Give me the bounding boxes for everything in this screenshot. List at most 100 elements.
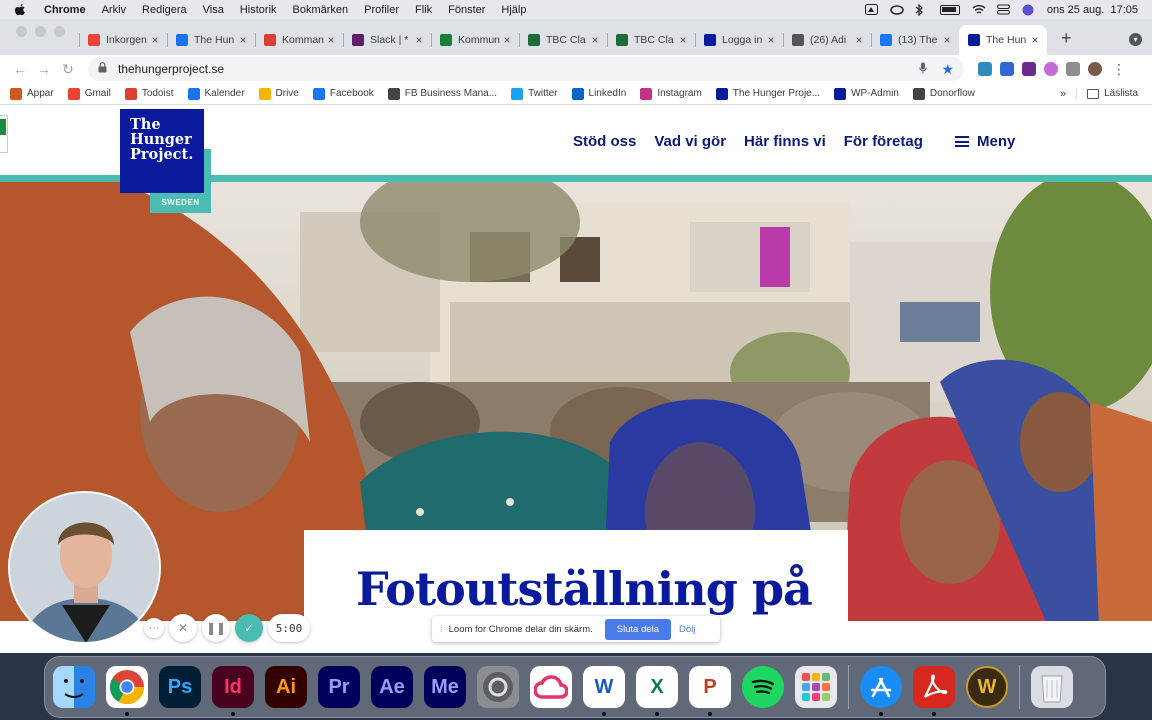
minimize-window-button[interactable] [35,25,46,37]
bookmark-item[interactable]: Donorflow [912,87,975,100]
dock-premiere-icon[interactable]: Pr [318,666,360,708]
bookmark-item[interactable]: Facebook [312,87,374,100]
bookmark-item[interactable]: Kalender [187,87,245,100]
loom-cancel-button[interactable]: ✕ [169,614,197,642]
menu-redigera[interactable]: Redigera [142,4,187,16]
bookmark-item[interactable]: Todoist [124,87,174,100]
dock-indesign-icon[interactable]: Id [212,666,254,716]
reload-button[interactable]: ↻ [56,61,80,78]
bookmark-item[interactable]: Twitter [511,87,558,100]
browser-tab[interactable]: Slack | * × [343,25,431,55]
bookmarks-overflow-button[interactable]: » [1060,88,1066,100]
chrome-menu-icon[interactable]: ⋮ [1112,61,1126,78]
close-tab-icon[interactable]: × [1029,33,1041,47]
menu-button[interactable]: Meny [955,133,1015,150]
creative-cloud-status-icon[interactable] [890,4,904,15]
bookmark-item[interactable]: The Hunger Proje... [715,87,820,100]
dock-acrobat-icon[interactable] [913,666,955,716]
menu-app-name[interactable]: Chrome [44,4,86,16]
drag-handle-icon[interactable]: ⁞ [440,624,443,635]
close-tab-icon[interactable]: × [677,33,689,47]
battery-icon[interactable] [939,4,960,15]
bookmark-item[interactable]: Drive [258,87,299,100]
loom-more-button[interactable]: ⋯ [144,618,164,638]
browser-tab[interactable]: (26) Adi × [783,25,871,55]
dock-creative-cloud-icon[interactable] [530,666,572,708]
dock-photoshop-icon[interactable]: Ps [159,666,201,708]
dock-powerpoint-icon[interactable]: P [689,666,731,716]
close-tab-icon[interactable]: × [501,33,513,47]
extension-asterisk-icon[interactable] [1044,62,1058,76]
close-tab-icon[interactable]: × [941,33,953,47]
bookmark-item[interactable]: LinkedIn [571,87,626,100]
browser-tab[interactable]: The Hun × [959,25,1047,55]
site-logo[interactable]: The Hunger Project. [120,109,204,193]
dock-spotify-icon[interactable] [742,666,784,708]
close-tab-icon[interactable]: × [853,33,865,47]
close-tab-icon[interactable]: × [149,33,161,47]
apple-menu-icon[interactable] [14,3,26,16]
menu-fonster[interactable]: Fönster [448,4,485,16]
close-tab-icon[interactable]: × [413,33,425,47]
browser-tab[interactable]: Logga in × [695,25,783,55]
nav-vad-vi-gor[interactable]: Vad vi gör [654,133,726,150]
zoom-window-button[interactable] [54,25,65,37]
bookmark-item[interactable]: Instagram [640,87,702,100]
dock-finder-icon[interactable] [53,666,95,708]
close-tab-icon[interactable]: × [589,33,601,47]
profile-avatar[interactable] [1088,62,1102,76]
loom-camera-bubble[interactable] [8,491,161,644]
menu-bokmarken[interactable]: Bokmärken [293,4,349,16]
dock-chrome-icon[interactable] [106,666,148,716]
dock-media-encoder-icon[interactable]: Me [424,666,466,708]
close-tab-icon[interactable]: × [237,33,249,47]
forward-button[interactable]: → [32,61,56,77]
close-tab-icon[interactable]: × [765,33,777,47]
browser-tab[interactable]: TBC Cla × [519,25,607,55]
dock-trash-icon[interactable] [1031,666,1073,708]
extension-save-icon[interactable] [1000,62,1014,76]
dock-word-icon[interactable]: W [583,666,625,716]
browser-tab[interactable]: Kommun × [431,25,519,55]
bookmark-item[interactable]: Gmail [67,87,111,100]
bookmark-item[interactable]: Appar [10,87,54,100]
reading-list-button[interactable]: Läslista [1076,88,1138,99]
back-button[interactable]: ← [8,61,32,77]
drive-sync-icon[interactable] [864,4,878,15]
loom-finish-button[interactable]: ✓ [235,614,263,642]
microphone-icon[interactable] [919,62,928,77]
extension-gtm-icon[interactable] [1022,62,1036,76]
menu-flik[interactable]: Flik [415,4,432,16]
lock-icon[interactable] [98,62,108,76]
loom-pause-button[interactable]: ❚❚ [202,614,230,642]
extension-kb-icon[interactable] [978,62,992,76]
dock-world-of-warcraft-icon[interactable]: W [966,666,1008,708]
control-center-icon[interactable] [996,4,1010,15]
dock-system-preferences-icon[interactable] [477,666,519,708]
dock-app-store-icon[interactable] [860,666,902,716]
new-tab-button[interactable]: + [1047,28,1082,55]
siri-icon[interactable] [1022,4,1035,16]
wifi-icon[interactable] [972,4,986,15]
nav-for-foretag[interactable]: För företag [844,133,923,150]
bookmark-star-icon[interactable]: ★ [941,61,954,78]
dock-launchpad-icon[interactable] [795,666,837,708]
url-text[interactable]: thehungerproject.se [118,62,905,76]
browser-tab[interactable]: TBC Cla × [607,25,695,55]
hide-bar-button[interactable]: Dölj [679,624,695,635]
tab-search-icon[interactable]: ▾ [1129,33,1142,46]
menu-profiler[interactable]: Profiler [364,4,399,16]
dock-after-effects-icon[interactable]: Ae [371,666,413,708]
side-feedback-tab[interactable] [0,115,8,153]
extensions-puzzle-icon[interactable] [1066,62,1080,76]
browser-tab[interactable]: Komman × [255,25,343,55]
bookmark-item[interactable]: WP-Admin [834,87,899,100]
menu-arkiv[interactable]: Arkiv [102,4,126,16]
dock-illustrator-icon[interactable]: Ai [265,666,307,708]
menubar-clock[interactable]: ons 25 aug. 17:05 [1047,4,1138,16]
menu-visa[interactable]: Visa [203,4,224,16]
close-tab-icon[interactable]: × [325,33,337,47]
bookmark-item[interactable]: FB Business Mana... [387,87,497,100]
bluetooth-icon[interactable] [915,3,928,17]
browser-tab[interactable]: The Hun × [167,25,255,55]
